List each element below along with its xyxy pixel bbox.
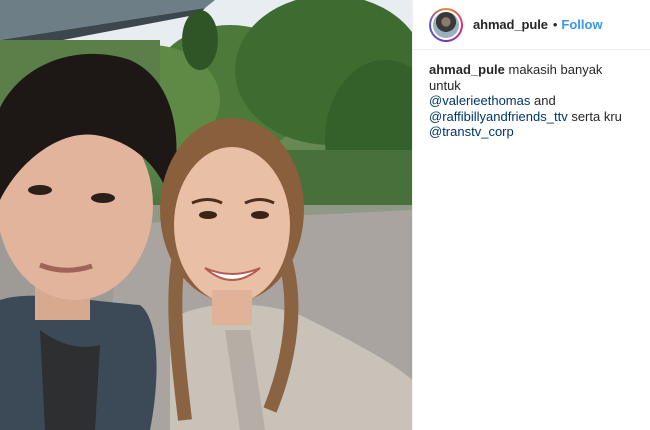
follow-button[interactable]: Follow <box>561 17 602 32</box>
post-photo[interactable] <box>0 0 412 430</box>
caption-text: serta kru <box>571 108 622 124</box>
avatar-frame <box>431 9 461 40</box>
caption-username-link[interactable]: ahmad_pule <box>429 62 505 77</box>
post-caption: ahmad_pule makasih banyak untuk @valerie… <box>413 50 650 140</box>
avatar[interactable] <box>429 7 463 42</box>
post-sidebar: ahmad_pule • Follow ahmad_pule makasih b… <box>412 0 650 430</box>
instagram-post: ahmad_pule • Follow ahmad_pule makasih b… <box>0 0 650 430</box>
selfie-illustration <box>0 0 412 430</box>
avatar-image <box>433 11 459 38</box>
separator-dot: • <box>552 17 558 32</box>
username-link[interactable]: ahmad_pule <box>473 17 548 32</box>
mention-link-transtv[interactable]: @transtv_corp <box>429 124 514 139</box>
mention-link-valerieethomas[interactable]: @valerieethomas <box>429 93 530 108</box>
post-header: ahmad_pule • Follow <box>413 0 650 50</box>
mention-link-raffibillyandfriends[interactable]: @raffibillyandfriends_ttv <box>429 109 568 124</box>
caption-text: and <box>533 93 556 108</box>
